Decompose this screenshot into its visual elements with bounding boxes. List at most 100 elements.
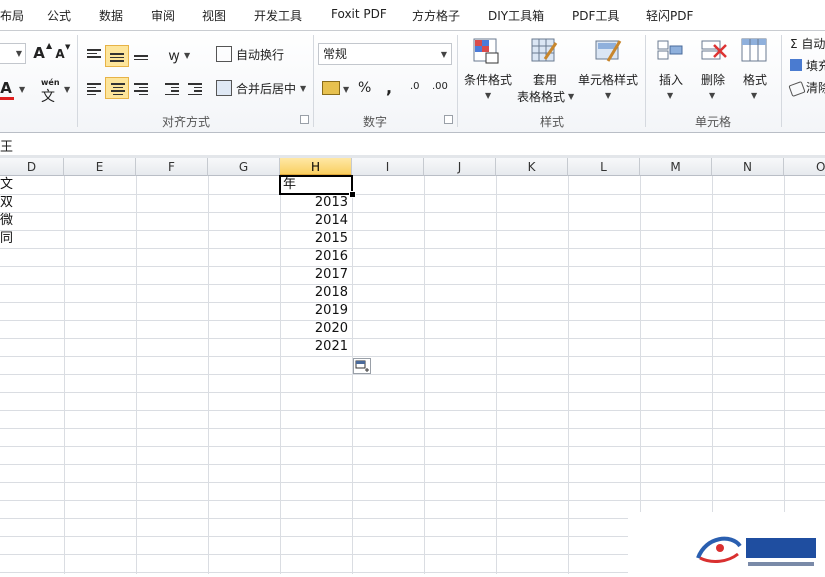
column-header-o[interactable]: O: [784, 158, 825, 176]
cell-h2[interactable]: 2013: [280, 194, 348, 212]
align-center-button[interactable]: [105, 77, 129, 99]
delete-button[interactable]: 删除: [701, 71, 725, 88]
column-header-m[interactable]: M: [640, 158, 712, 176]
tab-developer[interactable]: 开发工具: [254, 7, 302, 24]
tab-page-layout[interactable]: 布局: [0, 7, 24, 24]
chevron-down-icon: ▼: [15, 49, 22, 58]
chevron-down-icon[interactable]: ▼: [184, 51, 190, 60]
chevron-down-icon[interactable]: ▼: [19, 85, 25, 94]
cell-h3[interactable]: 2014: [280, 212, 348, 230]
cell-h6[interactable]: 2017: [280, 266, 348, 284]
grid-column-line: [136, 176, 137, 574]
number-format-combo[interactable]: 常规 ▼: [318, 43, 452, 65]
tab-data[interactable]: 数据: [99, 7, 123, 24]
grid-row-line: [0, 212, 825, 213]
tab-fangfang[interactable]: 方方格子: [412, 7, 460, 24]
currency-icon[interactable]: [322, 81, 340, 95]
grid-row-line: [0, 194, 825, 195]
tab-formulas[interactable]: 公式: [47, 7, 71, 24]
column-header-n[interactable]: N: [712, 158, 784, 176]
font-color-button[interactable]: A: [0, 78, 14, 98]
orientation-button[interactable]: ꝡ: [162, 45, 186, 65]
chevron-down-icon[interactable]: ▼: [751, 91, 757, 100]
merge-center-button[interactable]: 合并后居中: [236, 80, 296, 97]
column-header-d[interactable]: D: [0, 158, 64, 176]
cell-h5[interactable]: 2016: [280, 248, 348, 266]
tab-review[interactable]: 审阅: [151, 7, 175, 24]
increase-decimal-button[interactable]: .0: [410, 81, 420, 92]
tab-view[interactable]: 视图: [202, 7, 226, 24]
column-header-l[interactable]: L: [568, 158, 640, 176]
format-button[interactable]: 格式: [743, 71, 767, 88]
align-left-button[interactable]: [84, 78, 104, 98]
align-right-icon: [134, 81, 148, 97]
grid-row-line: [0, 302, 825, 303]
autofill-options-icon: [355, 360, 369, 372]
autosum-button[interactable]: Σ 自动: [790, 35, 825, 52]
text-orientation-icon: ꝡ: [168, 47, 180, 64]
align-top-button[interactable]: [84, 45, 104, 65]
tab-pdf-tools[interactable]: PDF工具: [572, 7, 619, 24]
column-header-h[interactable]: H: [280, 158, 352, 176]
cell-h10[interactable]: 2021: [280, 338, 348, 356]
align-bottom-button[interactable]: [131, 45, 151, 65]
fill-handle[interactable]: [349, 191, 356, 198]
increase-indent-button[interactable]: [185, 78, 205, 98]
chevron-down-icon[interactable]: ▼: [64, 85, 70, 94]
column-header-e[interactable]: E: [64, 158, 136, 176]
align-middle-button[interactable]: [105, 45, 129, 67]
cell-d3[interactable]: 微: [0, 212, 13, 230]
align-top-icon: [87, 47, 101, 60]
chevron-down-icon[interactable]: ▼: [605, 91, 611, 100]
increase-font-button[interactable]: A: [31, 43, 47, 63]
dialog-launcher-icon[interactable]: [300, 115, 309, 124]
percent-button[interactable]: %: [358, 80, 371, 96]
cell-h8[interactable]: 2019: [280, 302, 348, 320]
decrease-decimal-button[interactable]: .00: [432, 81, 448, 92]
font-size-combo[interactable]: ▼: [0, 43, 26, 64]
fill-button[interactable]: 填充: [806, 57, 825, 74]
dialog-launcher-icon[interactable]: [444, 115, 453, 124]
align-left-icon: [87, 81, 101, 97]
cell-d1[interactable]: 文: [0, 176, 13, 194]
grid-row-line: [0, 266, 825, 267]
grid-row-line: [0, 248, 825, 249]
chevron-down-icon[interactable]: ▼: [667, 91, 673, 100]
autofill-options-button[interactable]: [353, 358, 371, 374]
column-header-j[interactable]: J: [424, 158, 496, 176]
conditional-format-icon: [473, 38, 499, 64]
tab-qingshan-pdf[interactable]: 轻闪PDF: [646, 7, 693, 24]
column-header-f[interactable]: F: [136, 158, 208, 176]
cell-h4[interactable]: 2015: [280, 230, 348, 248]
cell-h9[interactable]: 2020: [280, 320, 348, 338]
tab-diy-toolbox[interactable]: DIY工具箱: [488, 7, 544, 24]
chevron-down-icon[interactable]: ▼: [568, 92, 574, 101]
column-header-i[interactable]: I: [352, 158, 424, 176]
chevron-down-icon[interactable]: ▼: [300, 84, 306, 93]
active-cell-outline: [279, 175, 353, 195]
column-header-g[interactable]: G: [208, 158, 280, 176]
cell-h7[interactable]: 2018: [280, 284, 348, 302]
comma-button[interactable]: ,: [386, 78, 392, 97]
phonetic-button[interactable]: wén 文: [39, 78, 61, 105]
insert-button[interactable]: 插入: [659, 71, 683, 88]
wrap-text-button[interactable]: 自动换行: [236, 46, 284, 63]
table-format-button[interactable]: 表格格式: [517, 88, 565, 105]
table-format-label-1[interactable]: 套用: [533, 71, 557, 88]
formula-bar[interactable]: 王: [0, 133, 825, 156]
decrease-indent-button[interactable]: [162, 78, 182, 98]
chevron-down-icon[interactable]: ▼: [343, 85, 349, 94]
cell-d2[interactable]: 双: [0, 194, 13, 212]
align-right-button[interactable]: [131, 78, 151, 98]
grid-row-line: [0, 230, 825, 231]
chevron-down-icon[interactable]: ▼: [709, 91, 715, 100]
column-header-k[interactable]: K: [496, 158, 568, 176]
clear-button[interactable]: 清除: [806, 79, 825, 96]
cell-styles-button[interactable]: 单元格样式: [578, 71, 638, 88]
align-center-icon: [111, 81, 125, 97]
grid-row-line: [0, 464, 825, 465]
cell-d4[interactable]: 同: [0, 230, 13, 248]
tab-foxit-pdf[interactable]: Foxit PDF: [331, 7, 387, 21]
conditional-format-button[interactable]: 条件格式: [464, 71, 512, 88]
chevron-down-icon[interactable]: ▼: [485, 91, 491, 100]
